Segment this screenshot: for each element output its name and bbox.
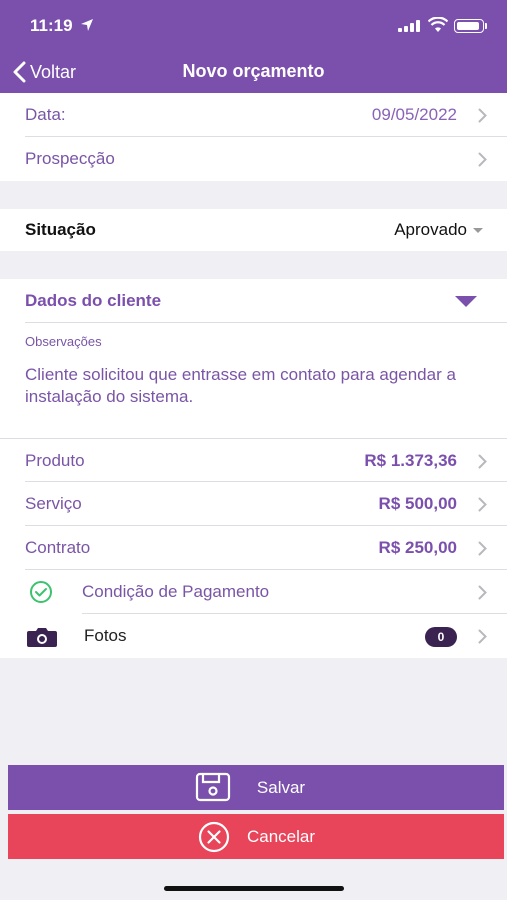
produto-label: Produto: [25, 451, 85, 470]
signal-icon: [398, 20, 420, 32]
situacao-label: Situação: [25, 220, 96, 239]
collapse-toggle-icon[interactable]: [455, 296, 477, 307]
chevron-right-icon: [478, 585, 487, 600]
cancel-label: Cancelar: [246, 827, 316, 846]
servico-value: R$ 500,00: [378, 494, 457, 513]
dropdown-arrow-icon: [473, 228, 483, 233]
produto-row[interactable]: Produto R$ 1.373,36: [0, 438, 507, 482]
date-value: 09/05/2022: [371, 105, 457, 124]
app-header: 11:19 Voltar Novo orçamento: [0, 0, 507, 93]
status-time: 11:19: [30, 16, 73, 35]
date-label: Data:: [25, 105, 66, 124]
fotos-label: Fotos: [84, 626, 127, 645]
produto-value: R$ 1.373,36: [364, 451, 457, 470]
fotos-count-badge: 0: [425, 627, 457, 647]
divider: [25, 322, 507, 323]
check-circle-icon: [30, 581, 52, 603]
chevron-right-icon: [478, 629, 487, 644]
location-arrow-icon: [81, 19, 93, 31]
situacao-select[interactable]: Situação Aprovado: [0, 209, 507, 251]
contrato-row[interactable]: Contrato R$ 250,00: [0, 526, 507, 570]
condicao-pagamento-row[interactable]: Condição de Pagamento: [0, 570, 507, 614]
chevron-right-icon: [478, 108, 487, 123]
servico-row[interactable]: Serviço R$ 500,00: [0, 482, 507, 526]
situacao-value: Aprovado: [394, 220, 467, 239]
camera-icon: [27, 628, 57, 647]
contrato-label: Contrato: [25, 538, 91, 557]
chevron-right-icon: [478, 497, 487, 512]
wifi-icon: [428, 17, 448, 32]
client-section-title: Dados do cliente: [25, 291, 162, 310]
observacoes-label: Observações: [25, 334, 102, 349]
chevron-right-icon: [478, 541, 487, 556]
fotos-row[interactable]: Fotos 0: [0, 614, 507, 658]
save-button[interactable]: Salvar: [8, 765, 504, 810]
servico-label: Serviço: [25, 494, 82, 513]
save-label: Salvar: [256, 778, 306, 797]
chevron-right-icon: [478, 454, 487, 469]
cancel-button[interactable]: Cancelar: [8, 814, 504, 859]
contrato-value: R$ 250,00: [378, 538, 457, 557]
page-title: Novo orçamento: [182, 61, 325, 81]
status-bar: 11:19: [0, 14, 507, 38]
prospeccao-label: Prospecção: [25, 149, 115, 168]
home-indicator[interactable]: [164, 886, 344, 891]
date-row[interactable]: Data: 09/05/2022: [0, 93, 507, 137]
condicao-pagamento-label: Condição de Pagamento: [82, 582, 270, 601]
observacoes-text[interactable]: Cliente solicitou que entrasse em contat…: [25, 364, 465, 408]
chevron-right-icon: [478, 152, 487, 167]
battery-icon: [454, 19, 487, 33]
prospeccao-row[interactable]: Prospecção: [0, 137, 507, 181]
